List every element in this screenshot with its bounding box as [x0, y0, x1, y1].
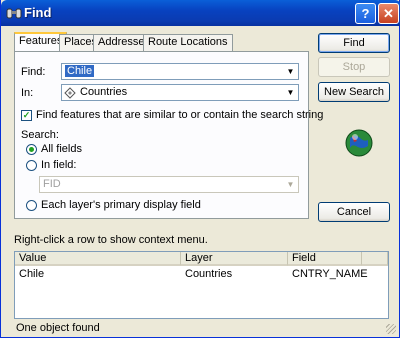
find-input[interactable]: Chile [65, 65, 95, 77]
globe-icon [345, 129, 373, 157]
field-select-value: FID [43, 178, 61, 190]
similar-checkbox[interactable]: ✓ [21, 110, 32, 121]
find-label: Find: [21, 66, 46, 78]
dropdown-arrow-icon[interactable]: ▼ [284, 86, 297, 99]
stop-button[interactable]: Stop [318, 57, 390, 77]
radio-all-fields-label: All fields [41, 143, 82, 155]
status-text: One object found [16, 322, 100, 334]
close-button[interactable]: ✕ [378, 3, 399, 24]
dropdown-arrow-icon: ▼ [284, 178, 297, 191]
column-header-layer[interactable]: Layer [181, 252, 288, 266]
find-dialog: Find ? ✕ Features Places Addresses Route… [0, 0, 400, 338]
binoculars-icon [6, 8, 22, 19]
features-panel: Find: Chile ▼ In: Countries ▼ ✓ Find fea… [14, 51, 323, 219]
similar-checkbox-label: Find features that are similar to or con… [36, 109, 324, 121]
column-header-filler [362, 252, 388, 266]
layer-diamond-icon [64, 87, 76, 99]
radio-in-field-label: In field: [41, 159, 77, 171]
tab-route-locations[interactable]: Route Locations [143, 34, 233, 52]
results-hint: Right-click a row to show context menu. [14, 234, 208, 246]
title-bar: Find ? ✕ [1, 0, 400, 26]
result-cell-layer[interactable]: Countries [185, 268, 232, 281]
help-button[interactable]: ? [355, 3, 376, 24]
result-cell-value[interactable]: Chile [19, 268, 44, 281]
search-label: Search: [21, 129, 59, 141]
result-cell-field[interactable]: CNTRY_NAME [292, 268, 368, 281]
in-layer-value: Countries [80, 86, 128, 98]
resize-grip[interactable] [386, 324, 396, 334]
dropdown-arrow-icon[interactable]: ▼ [284, 65, 297, 78]
window-title: Find [24, 5, 52, 20]
radio-primary-field-label: Each layer's primary display field [41, 199, 201, 211]
radio-in-field[interactable] [26, 160, 37, 171]
find-combobox[interactable]: Chile ▼ [61, 63, 299, 80]
radio-all-fields[interactable] [26, 144, 37, 155]
column-header-value[interactable]: Value [15, 252, 181, 266]
find-button[interactable]: Find [318, 33, 390, 53]
in-label: In: [21, 87, 34, 99]
column-header-field[interactable]: Field [288, 252, 362, 266]
radio-primary-field[interactable] [26, 200, 37, 211]
field-select: FID ▼ [39, 176, 299, 193]
cancel-button[interactable]: Cancel [318, 202, 390, 222]
new-search-button[interactable]: New Search [318, 82, 390, 102]
in-layer-select[interactable]: Countries ▼ [61, 84, 299, 101]
results-list[interactable]: Value Layer Field Chile Countries CNTRY_… [14, 251, 389, 319]
